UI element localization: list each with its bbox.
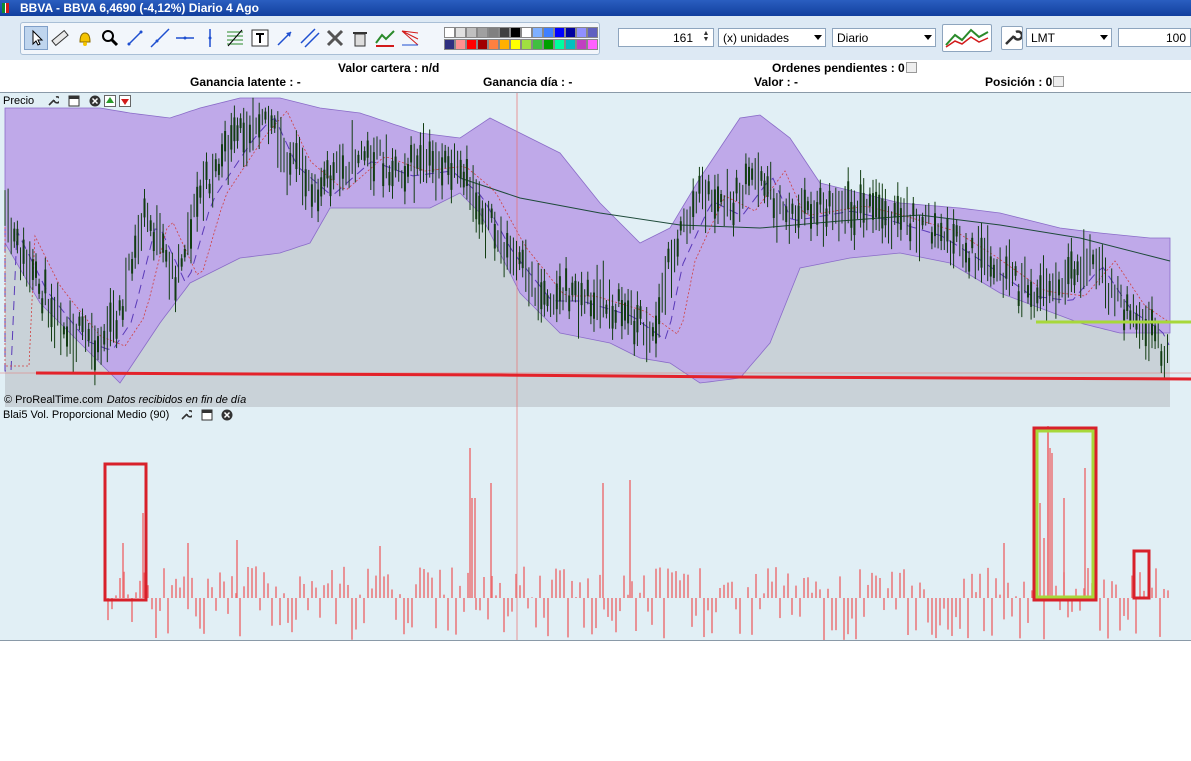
indicators-button[interactable] [942,24,992,52]
zoom-icon[interactable] [99,27,121,49]
portfolio-info-bar: Valor cartera : n/d Ordenes pendientes :… [0,60,1191,92]
color-swatch[interactable] [565,27,576,38]
timeframe-select[interactable]: Diario [832,28,936,47]
color-swatch[interactable] [576,27,587,38]
orders-detail-icon[interactable] [905,62,917,73]
volume-chart[interactable] [0,407,1191,640]
move-down-icon[interactable] [119,95,131,107]
chevron-down-icon [814,35,822,40]
color-swatch[interactable] [587,27,598,38]
order-type-select[interactable]: LMT [1026,28,1112,47]
units-select[interactable]: (x) unidades [718,28,826,47]
color-swatch[interactable] [543,27,554,38]
ray-line-icon[interactable] [149,27,171,49]
color-swatch[interactable] [521,27,532,38]
wrench-icon [1005,30,1024,45]
color-swatch[interactable] [499,27,510,38]
daily-gain: Ganancia día : - [483,75,573,89]
ruler-icon[interactable] [49,27,71,49]
limit-price-input[interactable]: 100 [1118,28,1191,47]
arrow-line-icon[interactable] [274,27,296,49]
color-palette[interactable] [444,26,598,51]
delete-drawings-icon[interactable] [349,27,371,49]
text-tool-icon[interactable] [249,27,271,49]
chevron-down-icon [924,35,932,40]
volume-panel-label: Blai5 Vol. Proporcional Medio (90) [3,409,170,421]
horizontal-line-icon[interactable] [174,27,196,49]
toolbar: 161 ▲ ▼ (x) unidades Diario LMT 100 [0,16,1191,61]
title-bar: BBVA - BBVA 6,4690 (-4,12%) Diario 4 Ago [0,0,1191,16]
chevron-down-icon [1100,35,1108,40]
color-swatch[interactable] [521,39,532,50]
unrealized-gain: Ganancia latente : - [190,75,301,89]
color-swatch[interactable] [554,39,565,50]
drawing-toolbar [20,22,600,55]
flag-icon [2,3,9,13]
color-swatch[interactable] [532,27,543,38]
object-style-icon[interactable] [374,27,396,49]
color-swatch[interactable] [510,39,521,50]
color-swatch[interactable] [543,39,554,50]
color-swatch[interactable] [587,39,598,50]
color-swatch[interactable] [565,39,576,50]
quantity-spinner-icon[interactable]: ▲ ▼ [701,30,711,44]
color-swatch[interactable] [477,39,488,50]
color-swatch[interactable] [444,27,455,38]
color-swatch[interactable] [466,27,477,38]
color-swatch[interactable] [455,39,466,50]
position-size[interactable]: Posición : 0 [985,75,1065,89]
alarm-bell-icon[interactable] [74,27,96,49]
settings-button[interactable] [1001,26,1024,50]
color-swatch[interactable] [488,39,499,50]
color-swatch[interactable] [444,39,455,50]
price-chart[interactable] [0,93,1191,407]
color-swatch[interactable] [532,39,543,50]
close-icon[interactable] [221,409,233,421]
indicators-icon [945,28,989,48]
parallel-channel-icon[interactable] [299,27,321,49]
color-swatch[interactable] [466,39,477,50]
color-swatch[interactable] [499,39,510,50]
position-detail-icon[interactable] [1053,76,1065,87]
drawing-tools-icon[interactable] [324,27,346,49]
volume-indicator-panel[interactable]: Blai5 Vol. Proporcional Medio (90) [0,407,1191,641]
fan-lines-icon[interactable] [399,27,421,49]
fibonacci-icon[interactable] [224,27,246,49]
move-up-icon[interactable] [104,95,116,107]
window-title: BBVA - BBVA 6,4690 (-4,12%) Diario 4 Ago [20,1,259,15]
quantity-input[interactable]: 161 ▲ ▼ [618,28,714,47]
pending-orders[interactable]: Ordenes pendientes : 0 [772,61,917,75]
color-swatch[interactable] [488,27,499,38]
trend-line-icon[interactable] [124,27,146,49]
color-swatch[interactable] [576,39,587,50]
window-icon[interactable] [201,409,213,421]
color-swatch[interactable] [477,27,488,38]
watermark: © ProRealTime.com Datos recibidos en fin … [4,394,247,406]
window-icon[interactable] [68,95,80,107]
color-swatch[interactable] [554,27,565,38]
price-panel-label: Precio [3,95,35,107]
price-chart-panel[interactable]: Precio © ProRealTime.com Datos recibidos … [0,92,1191,408]
portfolio-value: Valor cartera : n/d [338,61,440,75]
color-swatch[interactable] [455,27,466,38]
color-swatch[interactable] [510,27,521,38]
wrench-icon[interactable] [47,95,59,107]
vertical-line-icon[interactable] [199,27,221,49]
wrench-icon[interactable] [180,409,192,421]
close-icon[interactable] [89,95,101,107]
pointer-icon[interactable] [24,26,48,50]
position-value: Valor : - [754,75,799,89]
